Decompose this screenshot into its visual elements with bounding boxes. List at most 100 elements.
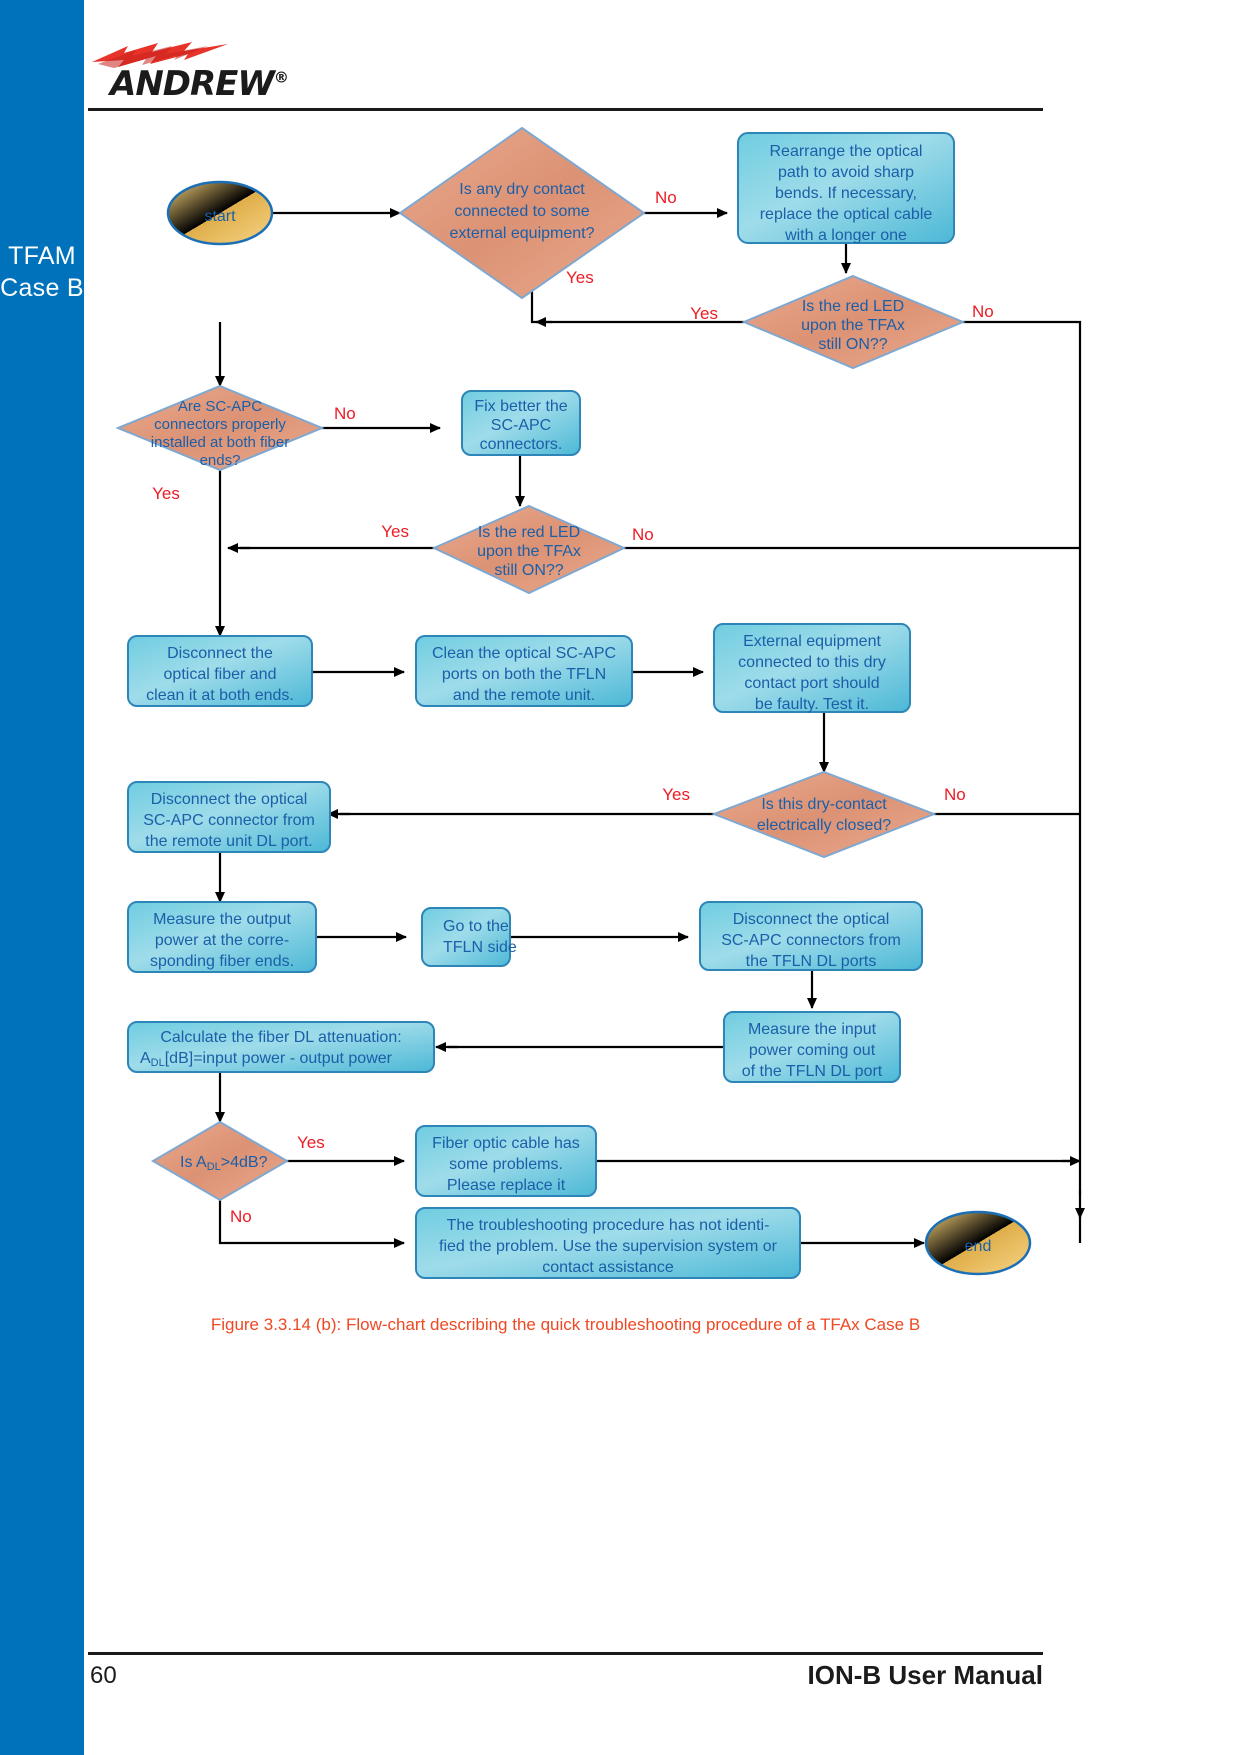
connector-lines: [215, 208, 1085, 1248]
node-not-identified: The troubleshooting procedure has not id…: [415, 1207, 801, 1279]
node-rearrange-line2: path to avoid sharp: [778, 164, 914, 181]
node-measure-output-line2: power at the corre-: [155, 932, 289, 949]
edge-label-scapc-yes: Yes: [152, 484, 180, 503]
node-led2-decision: Is the red LED upon the TFAx still ON??: [431, 504, 627, 595]
node-dry-contact-line3: external equipment?: [450, 225, 595, 242]
node-clean-ports-line3: and the remote unit.: [453, 687, 595, 704]
node-clean-ports-line1: Clean the optical SC-APC: [432, 645, 616, 662]
node-disconnect-fiber: Disconnect the optical fiber and clean i…: [127, 635, 313, 707]
node-measure-input: Measure the input power coming out of th…: [723, 1011, 901, 1083]
edge-label-dryclosed-yes: Yes: [662, 785, 690, 804]
node-led1-line2: upon the TFAx: [801, 317, 905, 334]
node-rearrange-line3: bends. If necessary,: [775, 185, 917, 202]
figure-caption: Figure 3.3.14 (b): Flow-chart describing…: [210, 1315, 921, 1334]
node-scapc-line4: ends?: [200, 452, 241, 469]
edge-label-scapc-no: No: [334, 404, 356, 423]
edge-label-led1-no: No: [972, 302, 994, 321]
node-goto-tfln-line1: Go to the: [443, 918, 509, 935]
node-disconnect-fiber-line3: clean it at both ends.: [146, 687, 294, 704]
node-dry-closed-line1: Is this dry-contact: [761, 796, 887, 813]
node-rearrange-line4: replace the optical cable: [760, 206, 933, 223]
node-not-identified-line1: The troubleshooting procedure has not id…: [447, 1217, 770, 1234]
node-start-label: start: [204, 208, 236, 225]
node-dry-contact-line1: Is any dry contact: [459, 181, 585, 198]
node-scapc-line1: Are SC-APC: [178, 398, 262, 415]
node-start: start: [166, 180, 274, 246]
node-scapc-decision: Are SC-APC connectors properly installed…: [115, 384, 325, 472]
node-end-label: end: [965, 1238, 992, 1255]
node-disconnect-remote-line2: SC-APC connector from: [143, 812, 315, 829]
node-disconnect-tfln-line3: the TFLN DL ports: [746, 953, 877, 970]
node-measure-input-line2: power coming out: [749, 1042, 876, 1059]
node-rearrange-line5: with a longer one: [784, 227, 907, 244]
node-clean-ports-line2: ports on both the TFLN: [442, 666, 606, 683]
node-fiber-problem-line2: some problems.: [449, 1156, 563, 1173]
node-fiber-problem-line1: Fiber optic cable has: [432, 1135, 580, 1152]
footer-rule: [88, 1652, 1043, 1655]
edge-label-dryclosed-no: No: [944, 785, 966, 804]
node-fix-better: Fix better the SC-APC connectors.: [461, 390, 581, 456]
edge-label-led2-yes: Yes: [381, 522, 409, 541]
node-led1-line3: still ON??: [818, 336, 887, 353]
node-external-equipment-line3: contact port should: [744, 675, 879, 692]
node-external-equipment-line2: connected to this dry: [738, 654, 886, 671]
node-not-identified-line2: fied the problem. Use the supervision sy…: [439, 1238, 778, 1255]
edge-label-drycontact-yes: Yes: [566, 268, 594, 287]
node-calculate-attenuation-line2: ADL[dB]=input power - output power: [140, 1050, 393, 1069]
node-clean-ports: Clean the optical SC-APC ports on both t…: [415, 635, 633, 707]
node-external-equipment: External equipment connected to this dry…: [713, 623, 911, 713]
node-scapc-line2: connectors properly: [154, 416, 286, 433]
bus-led1-no: [963, 320, 1082, 1195]
edge-label-att-no: No: [230, 1207, 252, 1226]
node-disconnect-fiber-line2: optical fiber and: [164, 666, 277, 683]
node-attenuation-label: Is ADL>4dB?: [180, 1154, 268, 1173]
node-led2-line2: upon the TFAx: [477, 543, 581, 560]
node-dry-closed-decision: Is this dry-contact electrically closed?: [711, 770, 937, 859]
manual-title: ION-B User Manual: [807, 1660, 1044, 1690]
node-calculate-attenuation: Calculate the fiber DL attenuation: ADL[…: [127, 1021, 435, 1073]
node-goto-tfln-line2: TFLN side: [443, 939, 517, 956]
node-rearrange-line1: Rearrange the optical: [770, 143, 923, 160]
node-disconnect-remote-line3: the remote unit DL port.: [145, 833, 313, 850]
node-measure-output-line1: Measure the output: [153, 911, 291, 928]
node-not-identified-line3: contact assistance: [542, 1259, 674, 1276]
node-attenuation-decision: Is ADL>4dB?: [151, 1120, 289, 1202]
att-formula-rest: [dB]=input power - output power: [165, 1050, 393, 1067]
node-rearrange: Rearrange the optical path to avoid shar…: [737, 132, 955, 244]
att-formula-sub: DL: [151, 1057, 165, 1069]
node-led1-decision: Is the red LED upon the TFAx still ON??: [741, 274, 966, 370]
edge-label-att-yes: Yes: [297, 1133, 325, 1152]
node-fix-better-line2: SC-APC: [491, 417, 551, 434]
node-disconnect-fiber-line1: Disconnect the: [167, 645, 273, 662]
node-disconnect-tfln-line2: SC-APC connectors from: [721, 932, 901, 949]
node-fix-better-line3: connectors.: [480, 436, 563, 453]
node-measure-input-line3: of the TFLN DL port: [742, 1063, 883, 1080]
node-disconnect-remote-line1: Disconnect the optical: [151, 791, 308, 808]
edge-label-drycontact-no: No: [655, 188, 677, 207]
node-measure-output-line3: sponding fiber ends.: [150, 953, 294, 970]
node-measure-output: Measure the output power at the corre- s…: [127, 901, 317, 973]
page-number: 60: [90, 1662, 117, 1689]
node-end: end: [924, 1210, 1032, 1276]
node-dry-closed-line2: electrically closed?: [757, 817, 891, 834]
node-disconnect-remote: Disconnect the optical SC-APC connector …: [127, 781, 331, 853]
node-fix-better-line1: Fix better the: [474, 398, 567, 415]
att-q-a: Is A: [180, 1154, 207, 1171]
node-measure-input-line1: Measure the input: [748, 1021, 877, 1038]
edge-label-led1-yes: Yes: [690, 304, 718, 323]
att-q-rest: >4dB?: [221, 1154, 268, 1171]
node-calculate-attenuation-line1: Calculate the fiber DL attenuation:: [160, 1029, 401, 1046]
node-external-equipment-line4: be faulty. Test it.: [755, 696, 869, 713]
node-fiber-problem: Fiber optic cable has some problems. Ple…: [415, 1125, 597, 1197]
node-external-equipment-line1: External equipment: [743, 633, 881, 650]
node-led2-line1: Is the red LED: [478, 524, 580, 541]
node-fiber-problem-line3: Please replace it: [447, 1177, 566, 1194]
node-led2-line3: still ON??: [494, 562, 563, 579]
node-dry-contact-decision: Is any dry contact connected to some ext…: [398, 126, 646, 300]
att-q-sub: DL: [207, 1161, 221, 1173]
node-disconnect-tfln: Disconnect the optical SC-APC connectors…: [699, 901, 923, 971]
node-scapc-line3: installed at both fiber: [151, 434, 289, 451]
flowchart: start Is any dry contact connected to so…: [115, 126, 1085, 1279]
att-formula-a: A: [140, 1050, 151, 1067]
node-led1-line1: Is the red LED: [802, 298, 904, 315]
